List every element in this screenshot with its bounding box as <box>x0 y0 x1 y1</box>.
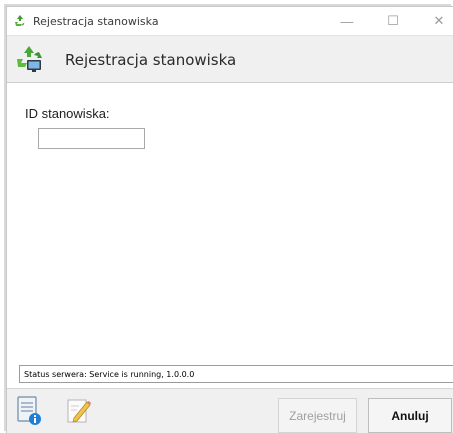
server-status: Status serwera: Service is running, 1.0.… <box>19 365 453 383</box>
minimize-icon: — <box>340 13 354 29</box>
header-title: Rejestracja stanowiska <box>65 51 237 69</box>
app-window: Rejestracja stanowiska — ☐ ✕ Rejestracja… <box>6 6 453 433</box>
footer-bar: Zarejestruj Anuluj <box>7 388 453 433</box>
edit-button[interactable] <box>61 393 97 429</box>
info-button[interactable] <box>11 393 47 429</box>
maximize-icon: ☐ <box>387 13 399 28</box>
window-title: Rejestracja stanowiska <box>33 15 159 28</box>
close-button[interactable]: ✕ <box>417 7 453 35</box>
document-info-icon <box>17 396 41 425</box>
cancel-button[interactable]: Anuluj <box>368 398 452 433</box>
recycle-monitor-icon <box>17 46 42 72</box>
maximize-button[interactable]: ☐ <box>371 7 415 35</box>
title-bar: Rejestracja stanowiska — ☐ ✕ <box>7 7 453 35</box>
minimize-button[interactable]: — <box>325 7 369 35</box>
close-icon: ✕ <box>433 13 445 28</box>
register-button[interactable]: Zarejestruj <box>278 398 357 433</box>
form-panel: ID stanowiska: <box>7 84 453 365</box>
recycle-app-icon <box>13 14 27 28</box>
edit-pencil-icon <box>67 399 91 423</box>
id-label: ID stanowiska: <box>25 106 110 121</box>
header-banner: Rejestracja stanowiska <box>7 35 453 83</box>
id-input[interactable] <box>38 128 145 149</box>
